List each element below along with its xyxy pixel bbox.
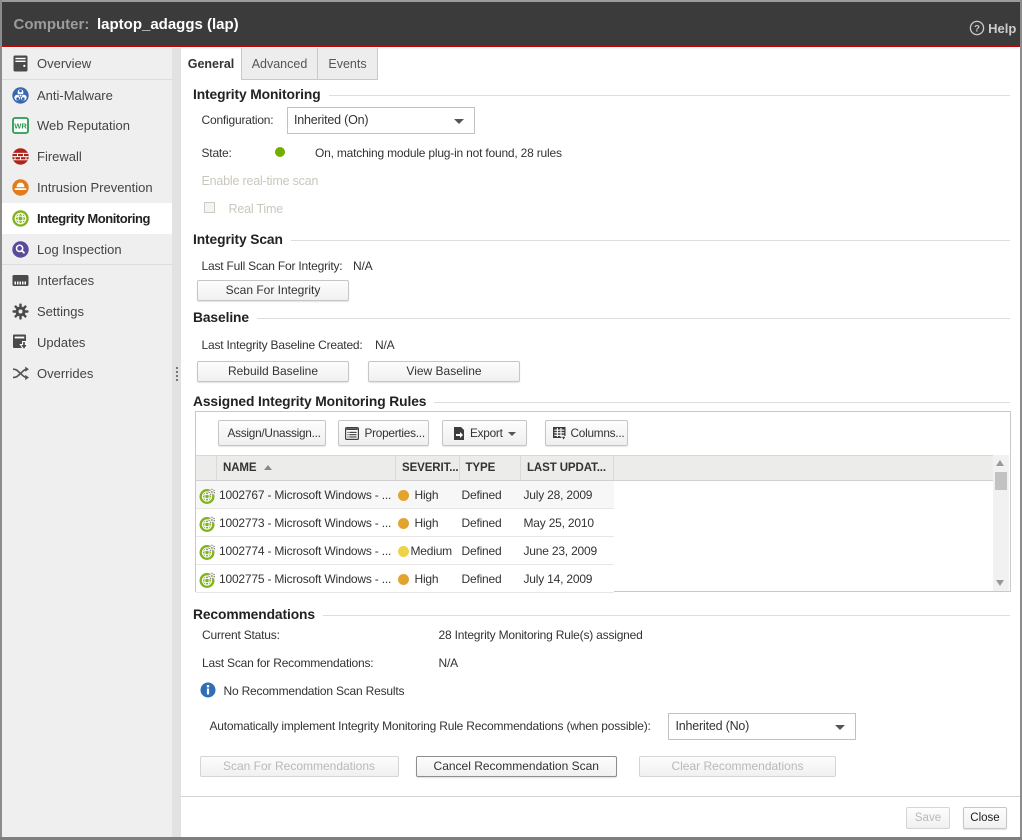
svg-text:?: ? xyxy=(974,23,980,34)
svg-text:WR: WR xyxy=(14,122,27,131)
